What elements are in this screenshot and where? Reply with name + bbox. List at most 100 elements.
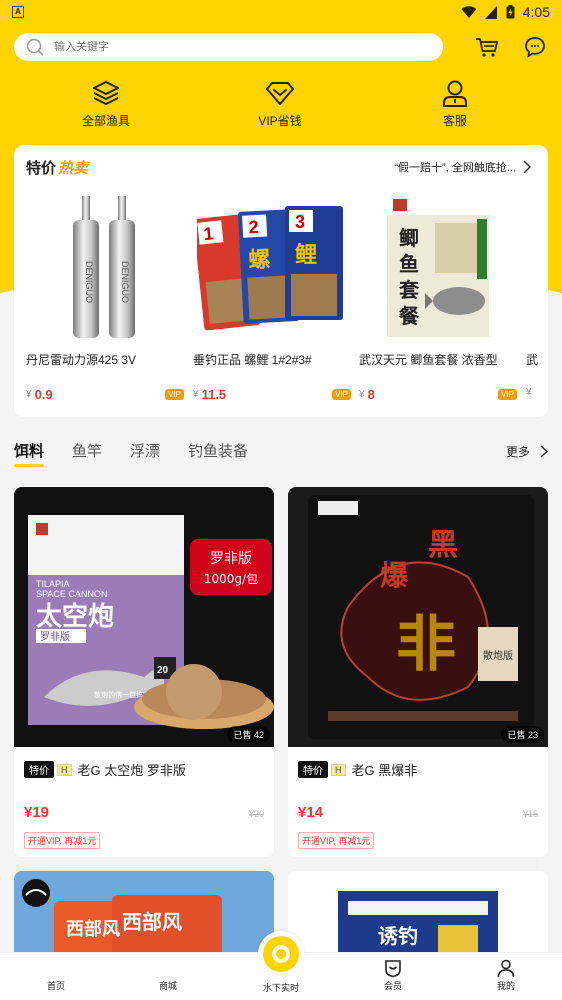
hot-deals-header[interactable]: 特价 热卖 “假一赔十”, 全网触底抢... — [26, 157, 536, 177]
svg-text:餐: 餐 — [399, 304, 420, 328]
nav-label: 会员 — [383, 981, 402, 991]
pack-text: 诱钓 — [378, 924, 418, 948]
svg-text:DENIGUO: DENIGUO — [84, 261, 94, 303]
deal-item[interactable]: 1 2 螺 3 鲤 垂钓正品 螺鲤 1#2#3# ¥ 11.5 VIP — [193, 191, 351, 402]
diamond-icon — [266, 82, 294, 105]
pack-text-sub: 罗非版 — [40, 630, 70, 643]
quick-nav-service[interactable]: 客服 — [405, 76, 505, 129]
nav-shop[interactable]: 商城 — [128, 957, 208, 992]
vip-badge: VIP — [498, 389, 517, 400]
cart-icon — [476, 38, 498, 57]
sale-tag: 特价 — [24, 761, 54, 778]
h-tag: H — [57, 763, 72, 776]
product-card[interactable]: 黑 爆 非 散炮版 已售 23 特价 H 老G 黑爆非 ¥14 ¥15 开通VI… — [288, 487, 548, 857]
sold-count: 已售 23 — [501, 726, 544, 743]
more-button[interactable]: 更多 — [506, 440, 548, 460]
h-tag: H — [331, 763, 346, 776]
pack-text: 西部风 — [66, 918, 120, 940]
deal-price: 8 — [367, 387, 375, 402]
message-button[interactable] — [522, 34, 548, 60]
quick-nav-all-gear[interactable]: 全部渔具 — [56, 76, 156, 129]
deal-name: 丹尼雷动力源425 3V — [26, 353, 137, 367]
pack-badge1: 罗非版 — [210, 551, 252, 567]
tab-rods[interactable]: 鱼竿 — [72, 440, 102, 467]
pack-char-1: 黑 — [428, 528, 458, 563]
svg-text:鲫: 鲫 — [399, 226, 419, 250]
nav-label: 商城 — [158, 981, 177, 991]
nav-label: 水下实时 — [262, 983, 299, 993]
deal-name: 武汉天元 鲫鱼套餐 浓香型 — [359, 353, 498, 367]
nav-member[interactable]: 会员 — [353, 957, 433, 992]
deal-image-batteries: DENIGUO DENIGUO — [26, 191, 184, 341]
currency-symbol: ¥ — [359, 389, 365, 400]
pack-char-3: 非 — [396, 610, 456, 680]
pack-text-cn: 太空炮 — [36, 601, 114, 632]
currency-symbol: ¥ — [26, 389, 32, 400]
deal-price: 11.5 — [201, 387, 227, 402]
original-price: ¥20 — [248, 809, 264, 819]
nav-label: 首页 — [46, 981, 65, 991]
svg-text:套: 套 — [399, 278, 419, 302]
bottom-nav: 首页 商城 水下实时 会员 我的 — [0, 931, 562, 1000]
quick-nav: 全部渔具 VIP省钱 客服 — [0, 76, 562, 132]
pack-badge2: 1000g/包 — [204, 572, 258, 586]
deal-item[interactable]: DENIGUO DENIGUO 丹尼雷动力源425 3V ¥ 0.9 VIP — [26, 191, 184, 402]
svg-text:鲤: 鲤 — [294, 243, 317, 268]
vip-badge: VIP — [332, 389, 351, 400]
deal-item[interactable]: 鲫 鱼 套 餐 武汉天元 鲫鱼套餐 浓香型 ¥ 8 VIP — [359, 191, 517, 402]
deal-image-partial — [526, 191, 548, 341]
layers-icon — [93, 81, 119, 105]
product-card[interactable]: TILAPIA SPACE CANNON 太空炮 罗非版 20 散炮钓谓一包搞定… — [14, 487, 274, 857]
more-label: 更多 — [505, 445, 530, 459]
hot-deals-title: 特价 — [26, 159, 57, 177]
svg-text:2: 2 — [248, 217, 259, 237]
tab-fishing-gear[interactable]: 钓鱼装备 — [188, 440, 248, 467]
pack-text-weight: 20 — [157, 665, 169, 676]
profile-icon — [497, 959, 515, 978]
quick-nav-label: 客服 — [442, 114, 467, 128]
notification-a-icon: A — [12, 6, 24, 18]
search-icon — [26, 38, 44, 56]
pack-text-en1: TILAPIA — [36, 579, 70, 589]
quick-nav-label: 全部渔具 — [81, 114, 130, 128]
search-input[interactable] — [54, 41, 394, 53]
clock: 4:05 — [522, 4, 550, 20]
member-icon — [385, 960, 401, 978]
product-title: 老G 黑爆非 — [351, 763, 418, 778]
sale-tag: 特价 — [298, 761, 328, 778]
svg-text:鱼: 鱼 — [399, 252, 419, 276]
user-icon — [443, 80, 467, 107]
pack-text-en2: SPACE CANNON — [36, 589, 107, 599]
svg-text:西部风: 西部风 — [122, 910, 182, 934]
nav-live[interactable] — [258, 931, 304, 977]
tab-floats[interactable]: 浮漂 — [130, 440, 160, 467]
deal-image-crucian-bait: 鲫 鱼 套 餐 — [359, 191, 517, 341]
product-image-space-cannon: TILAPIA SPACE CANNON 太空炮 罗非版 20 散炮钓谓一包搞定… — [14, 487, 274, 747]
chevron-right-icon — [540, 445, 548, 458]
chat-bubble-icon — [525, 37, 545, 58]
cart-button[interactable] — [474, 34, 500, 60]
signal-icon — [484, 5, 497, 19]
nav-home[interactable]: 首页 — [16, 957, 96, 992]
quick-nav-vip[interactable]: VIP省钱 — [230, 76, 330, 129]
product-title: 老G 太空炮 罗非版 — [77, 763, 186, 778]
search-bar[interactable] — [14, 33, 443, 61]
status-bar: A 4:05 — [0, 0, 562, 24]
home-icon — [16, 957, 96, 979]
sold-count: 已售 42 — [227, 726, 270, 743]
nav-profile[interactable]: 我的 — [466, 957, 546, 992]
product-price: ¥14 — [298, 804, 324, 821]
deal-name: 武 — [526, 353, 539, 367]
currency-symbol: ¥ — [526, 387, 532, 398]
deal-image-bait-packs: 1 2 螺 3 鲤 — [193, 191, 351, 341]
live-icon — [263, 936, 299, 972]
svg-text:螺: 螺 — [248, 247, 271, 273]
deal-item[interactable]: 武 ¥ — [526, 191, 548, 398]
quick-nav-label: VIP省钱 — [258, 114, 302, 128]
svg-text:1: 1 — [202, 223, 214, 244]
pack-char-2: 爆 — [380, 559, 409, 592]
tab-bait[interactable]: 饵料 — [14, 440, 45, 467]
product-image-black-explosion: 黑 爆 非 散炮版 已售 23 — [288, 487, 548, 747]
hot-deals-card: 特价 热卖 “假一赔十”, 全网触底抢... DENIGUO DENIGUO 丹… — [14, 145, 548, 417]
chevron-right-icon — [522, 160, 536, 174]
